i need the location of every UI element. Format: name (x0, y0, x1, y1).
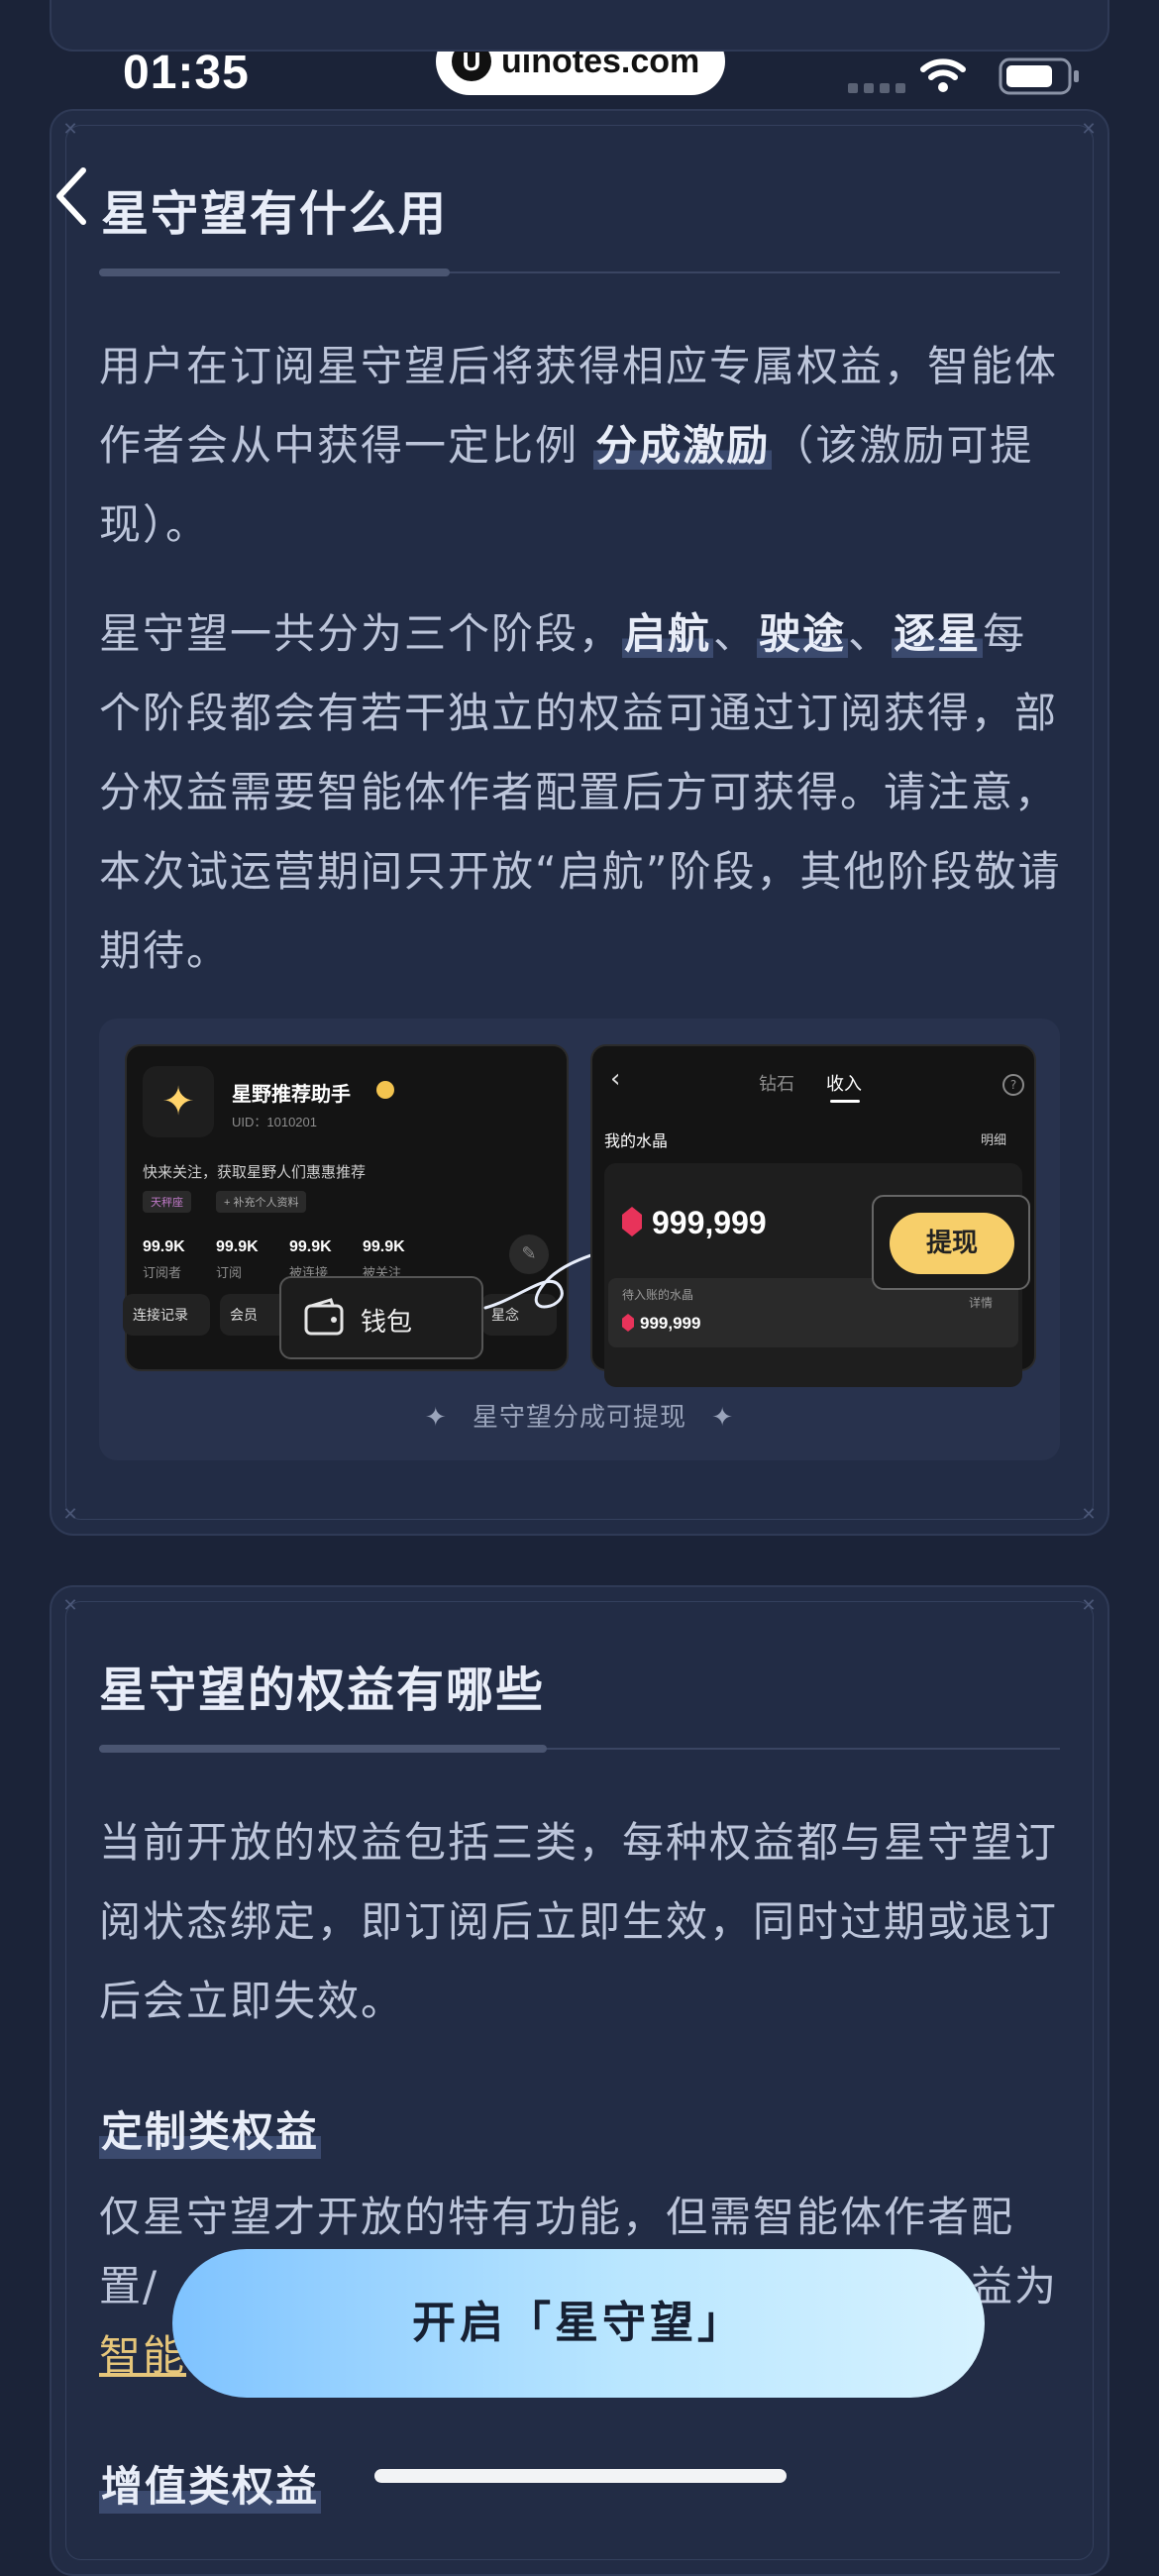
pending-detail-link: 详情 (969, 1296, 994, 1310)
illustration-panel: ✦ 星野推荐助手 UID：1010201 快来关注，获取星野人们惠惠推荐 天秤座… (99, 1019, 1060, 1460)
crystal-amount: 999,999 (652, 1205, 767, 1240)
crystal-title: 我的水晶 (604, 1133, 669, 1150)
profile-tag-add: + 补充个人资料 (216, 1191, 307, 1213)
stage-1-highlight: 启航 (622, 609, 714, 658)
custom-benefits-text-line1: 仅星守望才开放的特有功能，但需智能体作者配 (99, 2193, 1015, 2241)
section2-title: 星守望的权益有哪些 (99, 1663, 546, 1718)
section1-paragraph-1: 用户在订阅星守望后将获得相应专属权益，智能体作者会从中获得一定比例 分成激励（该… (99, 327, 1070, 565)
stat-num-4: 99.9K (363, 1238, 405, 1255)
stage-3-highlight: 逐星 (892, 609, 984, 658)
p2-text-a: 星守望一共分为三个阶段， (99, 609, 623, 658)
stat-label-1: 订阅者 (143, 1265, 182, 1280)
sparkle-left-icon: ✦ (424, 1403, 448, 1433)
section1-paragraph-2: 星守望一共分为三个阶段，启航、驶途、逐星每个阶段都会有若干独立的权益可通过订阅获… (99, 594, 1070, 991)
income-back-icon: ‹ (610, 1064, 621, 1094)
open-star-guard-button[interactable]: 开启「星守望」 (172, 2249, 985, 2398)
help-icon: ? (1002, 1074, 1024, 1096)
caption-text: 星守望分成可提现 (472, 1403, 686, 1433)
section1-title: 星守望有什么用 (101, 186, 449, 242)
pending-title: 待入账的水晶 (622, 1288, 694, 1302)
stage-separator-2: 、 (848, 609, 893, 658)
wifi-icon (920, 58, 966, 92)
home-indicator[interactable] (374, 2469, 787, 2483)
illustration-caption: ✦ 星守望分成可提现 ✦ (99, 1397, 1060, 1434)
cellular-signal-icon (848, 83, 905, 93)
pending-amount: 999,999 (640, 1314, 701, 1333)
status-time: 01:35 (123, 47, 250, 99)
tab-income: 收入 (826, 1074, 862, 1094)
tab-diamond: 钻石 (759, 1074, 794, 1094)
battery-icon (999, 57, 1079, 95)
profile-name: 星野推荐助手 (232, 1084, 351, 1106)
wallet-label: 钱包 (361, 1308, 413, 1338)
section2-divider-accent (99, 1745, 547, 1753)
withdraw-button: 提现 (890, 1213, 1014, 1274)
stat-num-3: 99.9K (289, 1238, 332, 1255)
p1-highlight: 分成激励 (593, 421, 773, 470)
profile-tag-zodiac: 天秤座 (143, 1191, 191, 1213)
profile-intro: 快来关注，获取星野人们惠惠推荐 (143, 1164, 367, 1181)
stat-label-2: 订阅 (216, 1265, 243, 1280)
stat-num-2: 99.9K (216, 1238, 259, 1255)
profile-avatar: ✦ (143, 1066, 214, 1137)
value-benefits-heading: 增值类权益 (99, 2453, 322, 2514)
sparkle-right-icon: ✦ (711, 1403, 735, 1433)
previous-card-edge (50, 0, 1109, 52)
section-card-benefits: ✕ ✕ (50, 1585, 1109, 2576)
withdraw-callout: 提现 (872, 1195, 1030, 1290)
p2-text-b: 每个阶段都会有若干独立的权益可通过订阅获得，部分权益需要智能体作者配置后方可获得… (99, 609, 1062, 975)
custom-benefits-text-line2a: 置/ (99, 2262, 159, 2310)
section2-paragraph-1: 当前开放的权益包括三类，每种权益都与星守望订阅状态绑定，即订阅后立即生效，同时过… (99, 1818, 1059, 2025)
records-button: 连接记录 (123, 1294, 210, 1336)
wallet-callout: 钱包 (279, 1276, 483, 1359)
profile-uid: UID：1010201 (232, 1115, 317, 1129)
custom-benefits-heading: 定制类权益 (99, 2098, 322, 2159)
tab-indicator (830, 1100, 860, 1103)
wallet-icon (304, 1298, 344, 1336)
verified-badge-icon (376, 1081, 394, 1099)
back-chevron-icon[interactable] (52, 164, 91, 228)
detail-link: 明细 (981, 1132, 1007, 1147)
pending-gem-icon (622, 1314, 634, 1332)
stage-2-highlight: 驶途 (757, 609, 849, 658)
stage-separator-1: 、 (713, 609, 758, 658)
crystal-gem-icon (622, 1207, 642, 1236)
title-divider-accent (99, 268, 450, 276)
stat-num-1: 99.9K (143, 1238, 185, 1255)
